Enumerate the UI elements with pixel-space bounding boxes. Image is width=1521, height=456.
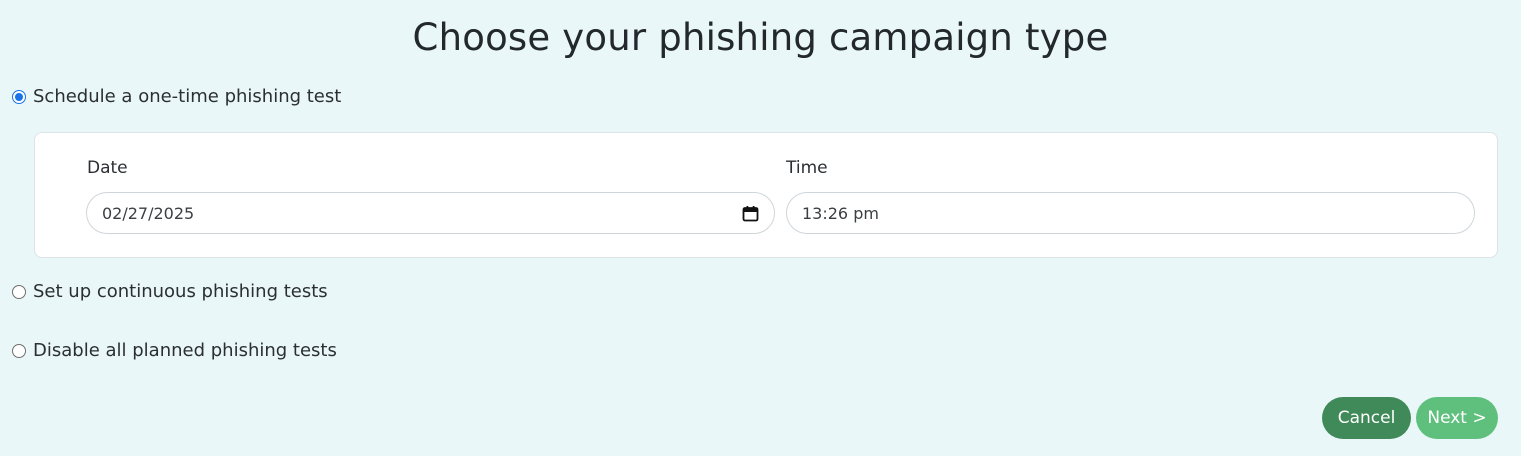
continuous-label: Set up continuous phishing tests	[33, 281, 328, 302]
date-label: Date	[87, 158, 128, 178]
one-time-label: Schedule a one-time phishing test	[33, 86, 342, 107]
disable-label: Disable all planned phishing tests	[33, 340, 337, 361]
next-button[interactable]: Next >	[1416, 397, 1498, 439]
date-input[interactable]: 02/27/2025	[86, 192, 775, 234]
page-title: Choose your phishing campaign type	[412, 16, 1109, 59]
date-value: 02/27/2025	[102, 203, 195, 223]
disable-radio[interactable]	[12, 343, 26, 358]
one-time-radio[interactable]	[12, 89, 26, 104]
cancel-button[interactable]: Cancel	[1322, 397, 1411, 439]
schedule-panel: Date Time 02/27/2025 13:26 pm	[34, 132, 1498, 258]
option-one-time[interactable]: Schedule a one-time phishing test	[12, 86, 341, 107]
time-input[interactable]: 13:26 pm	[786, 192, 1475, 234]
time-value: 13:26 pm	[802, 203, 879, 223]
continuous-radio[interactable]	[12, 284, 26, 299]
option-disable[interactable]: Disable all planned phishing tests	[12, 340, 337, 361]
time-label: Time	[786, 158, 828, 178]
option-continuous[interactable]: Set up continuous phishing tests	[12, 281, 328, 302]
calendar-icon[interactable]	[742, 205, 759, 222]
